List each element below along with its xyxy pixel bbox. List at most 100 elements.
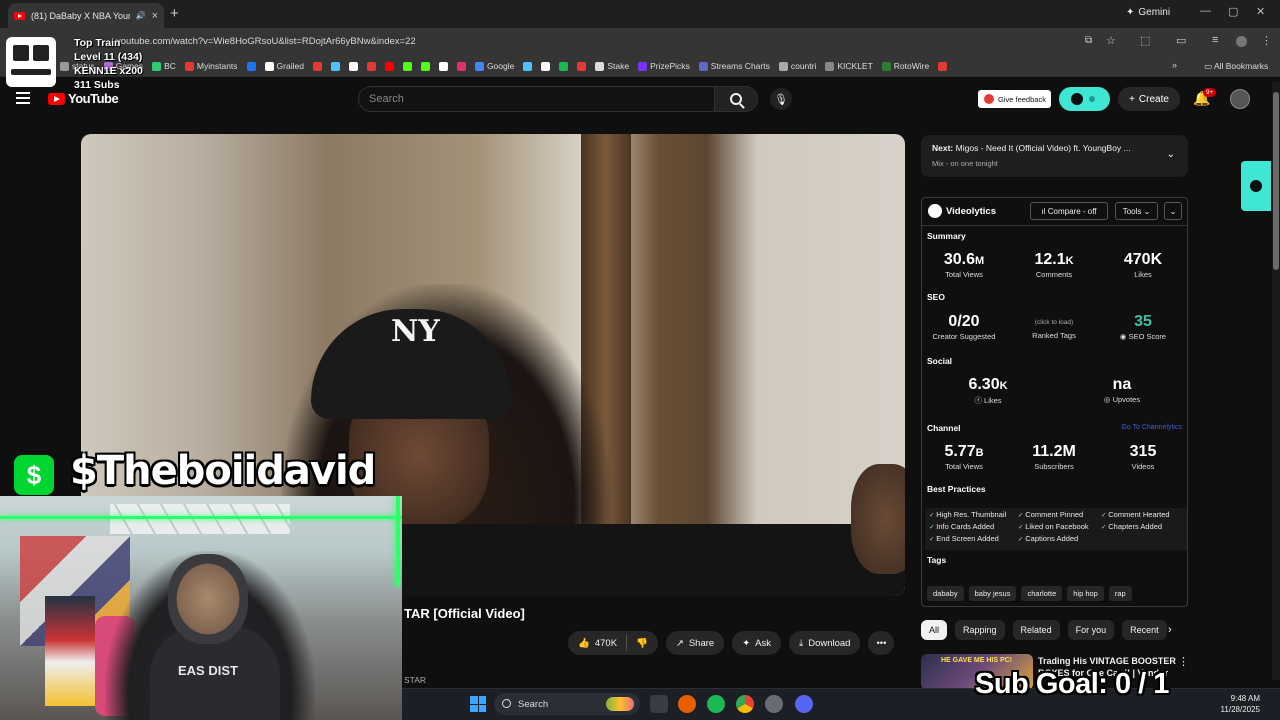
- bookmark-item[interactable]: Stake: [595, 61, 629, 71]
- spotify-icon[interactable]: [707, 695, 725, 713]
- compare-toggle-button[interactable]: ıl Compare - off: [1030, 202, 1108, 220]
- new-tab-icon[interactable]: +: [170, 5, 179, 22]
- account-avatar[interactable]: [1230, 89, 1250, 109]
- audio-icon[interactable]: 🔊: [136, 11, 146, 20]
- stat-likes: 470K Likes: [1123, 251, 1163, 279]
- steam-icon[interactable]: [765, 695, 783, 713]
- bookmark-item[interactable]: RotoWire: [881, 61, 929, 71]
- bookmark-item[interactable]: BC: [152, 61, 176, 71]
- chevron-right-icon[interactable]: ›: [1168, 624, 1172, 636]
- chip-rapping[interactable]: Rapping: [955, 620, 1005, 640]
- taskbar-search[interactable]: Search: [494, 693, 640, 715]
- maximize-icon[interactable]: ▢: [1228, 5, 1238, 18]
- extensions-icon[interactable]: ⬚: [1140, 34, 1150, 47]
- gemini-button[interactable]: ✦ Gemini: [1126, 7, 1170, 18]
- browser-menu-icon[interactable]: ⋮: [1261, 34, 1272, 47]
- browser-tab-active[interactable]: (81) DaBaby X NBA YoungB 🔊 ×: [8, 3, 164, 28]
- channelytics-link[interactable]: Go To Channelytics: [1121, 424, 1182, 431]
- bookmark-item[interactable]: [541, 61, 551, 71]
- chevron-down-icon: ⌄: [1141, 206, 1151, 216]
- bookmark-favicon-icon: [420, 61, 430, 71]
- share-button[interactable]: ↗ Share: [665, 631, 725, 655]
- bookmark-item[interactable]: [402, 61, 412, 71]
- bookmark-item[interactable]: [559, 61, 569, 71]
- channel-subscribers: 11.2M Subscribers: [1032, 443, 1076, 471]
- profile-avatar[interactable]: [1236, 36, 1247, 47]
- bookmark-item[interactable]: [246, 61, 256, 71]
- bp-item: Comment Pinned: [1018, 510, 1083, 519]
- bookmark-item[interactable]: [438, 61, 448, 71]
- bookmark-item[interactable]: Grailed: [264, 61, 304, 71]
- collapse-panel-button[interactable]: ⌄: [1164, 202, 1182, 220]
- tag-chip[interactable]: baby jesus: [968, 586, 1017, 601]
- bookmark-item[interactable]: [523, 61, 533, 71]
- bookmark-item[interactable]: KICKLET: [825, 61, 873, 71]
- next-up-card[interactable]: Next: Migos - Need It (Official Video) f…: [921, 135, 1188, 177]
- minimize-icon[interactable]: —: [1200, 5, 1211, 17]
- bookmark-item[interactable]: [577, 61, 587, 71]
- sidepanel-icon[interactable]: ▭: [1176, 34, 1186, 47]
- chevron-down-icon[interactable]: ⌄: [1167, 149, 1175, 160]
- discord-icon[interactable]: [795, 695, 813, 713]
- bookmark-item[interactable]: [384, 61, 394, 71]
- address-bar[interactable]: youtube.com/watch?v=Wie8HoGRsoU&list=RDo…: [86, 33, 1126, 51]
- bookmark-item[interactable]: [348, 61, 358, 71]
- bookmark-star-icon[interactable]: ☆: [1106, 34, 1116, 47]
- bookmark-item[interactable]: [456, 61, 466, 71]
- tag-chip[interactable]: dababy: [927, 586, 964, 601]
- give-feedback-button[interactable]: Give feedback: [978, 90, 1051, 108]
- tab-close-icon[interactable]: ×: [152, 10, 158, 22]
- close-window-icon[interactable]: ✕: [1256, 5, 1265, 18]
- bookmark-item[interactable]: [938, 61, 948, 71]
- taskbar-clock[interactable]: 9:48 AM 11/28/2025: [1200, 693, 1260, 715]
- voice-search-button[interactable]: 🎙: [770, 88, 792, 110]
- hoodie-print: EAS DIST: [178, 663, 238, 678]
- more-vertical-icon[interactable]: ⋮: [1178, 655, 1189, 668]
- firefox-icon[interactable]: [678, 695, 696, 713]
- create-button[interactable]: + Create: [1118, 87, 1180, 111]
- tag-chip[interactable]: rap: [1108, 586, 1132, 601]
- media-icon[interactable]: ≡: [1212, 34, 1218, 46]
- search-button[interactable]: [714, 86, 758, 112]
- bookmark-item[interactable]: Myinstants: [184, 61, 238, 71]
- chip-all[interactable]: All: [921, 620, 948, 640]
- bookmark-item[interactable]: [420, 61, 430, 71]
- chip-recent[interactable]: Recent: [1122, 620, 1167, 640]
- download-button[interactable]: ⤓ Download: [789, 631, 861, 655]
- bookmark-favicon-icon: [456, 61, 466, 71]
- thumbs-down-icon[interactable]: 👎: [636, 638, 648, 649]
- tag-chip[interactable]: hip hop: [1067, 586, 1104, 601]
- videolytics-toggle[interactable]: [1059, 87, 1110, 111]
- chip-for-you[interactable]: For you: [1067, 620, 1115, 640]
- bookmarks-bar: status Games BC Myinstants Grailed Google Stak…: [0, 56, 1280, 77]
- ask-button[interactable]: ✦ Ask: [732, 631, 782, 655]
- all-bookmarks-button[interactable]: ▭ All Bookmarks: [1204, 61, 1269, 72]
- seo-score: 35 ◉ SEO Score: [1119, 313, 1167, 341]
- bookmark-item[interactable]: [330, 61, 340, 71]
- tools-dropdown[interactable]: Tools ⌄: [1115, 202, 1158, 220]
- bookmarks-overflow-icon[interactable]: »: [1172, 60, 1177, 70]
- seo-ranked-tags[interactable]: (click to load) Ranked Tags: [1014, 313, 1094, 340]
- task-view-icon[interactable]: [650, 695, 668, 713]
- bookmark-item[interactable]: [366, 61, 376, 71]
- chrome-icon[interactable]: [736, 695, 754, 713]
- bookmark-item[interactable]: Google: [474, 61, 514, 71]
- like-button[interactable]: 👍 470K 👎: [568, 631, 658, 655]
- chip-related[interactable]: Related: [1012, 620, 1060, 640]
- tag-chip[interactable]: charlotte: [1021, 586, 1063, 601]
- bp-item: High Res. Thumbnail: [929, 510, 1006, 519]
- search-input[interactable]: Search: [358, 86, 715, 112]
- bookmark-item[interactable]: countri: [778, 61, 816, 71]
- more-actions-button[interactable]: •••: [868, 631, 895, 655]
- youtube-logo[interactable]: YouTube: [48, 91, 119, 106]
- bookmark-item[interactable]: PrizePicks: [638, 61, 690, 71]
- bookmark-item[interactable]: Streams Charts: [698, 61, 770, 71]
- videolytics-side-tab[interactable]: [1241, 161, 1271, 211]
- bookmark-favicon-icon: [60, 61, 69, 71]
- scrollbar-thumb[interactable]: [1273, 92, 1279, 270]
- windows-start-icon[interactable]: [470, 696, 486, 712]
- guide-menu-icon[interactable]: [16, 92, 30, 104]
- bookmark-item[interactable]: [312, 61, 322, 71]
- install-app-icon[interactable]: ⧉: [1085, 35, 1092, 46]
- download-icon: ⤓: [799, 637, 804, 649]
